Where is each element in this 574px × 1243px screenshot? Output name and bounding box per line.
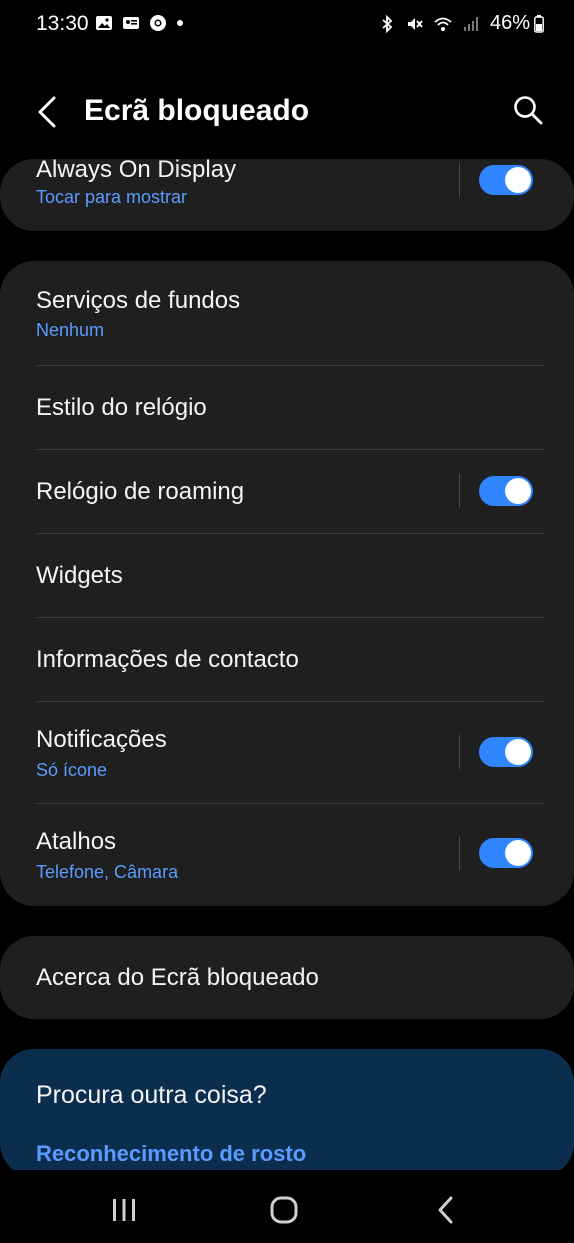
wallpaper-services-title: Serviços de fundos [36, 287, 241, 314]
widgets-title: Widgets [36, 562, 123, 589]
mute-icon [407, 17, 423, 30]
wifi-icon [434, 17, 452, 31]
clock-style-title: Estilo do relógio [36, 394, 207, 421]
back-nav-button[interactable] [426, 1190, 466, 1230]
always-on-display-title: Always On Display [36, 159, 237, 183]
page-title: Ecrã bloqueado [84, 94, 310, 127]
toggle-knob [505, 478, 531, 504]
contact-info-row[interactable]: Informações de contacto [0, 618, 574, 701]
notifications-subtitle: Só ícone [36, 760, 108, 780]
signal-icon [463, 16, 478, 31]
gallery-icon [96, 16, 112, 30]
chrome-icon [150, 15, 166, 31]
toggle-knob [505, 739, 531, 765]
clock-style-row[interactable]: Estilo do relógio [0, 366, 574, 449]
search-button[interactable] [510, 92, 546, 128]
roaming-clock-toggle[interactable] [479, 476, 533, 506]
face-recognition-link[interactable]: Reconhecimento de rosto [36, 1141, 306, 1167]
wallpaper-services-subtitle: Nenhum [36, 320, 105, 340]
contact-card-icon [123, 17, 139, 29]
shortcuts-title: Atalhos [36, 828, 117, 855]
about-card: Acerca do Ecrã bloqueado [0, 936, 574, 1019]
always-on-display-card: Always On Display Tocar para mostrar [0, 159, 574, 231]
home-button[interactable] [264, 1190, 304, 1230]
status-bar: 13:30 46% [0, 0, 574, 52]
notification-icons [95, 14, 184, 32]
app-bar: Ecrã bloqueado [0, 70, 574, 154]
wallpaper-services-row[interactable]: Serviços de fundos Nenhum [0, 261, 574, 365]
widgets-row[interactable]: Widgets [0, 534, 574, 617]
looking-for-title: Procura outra coisa? [36, 1081, 267, 1109]
looking-for-something-card: Procura outra coisa? Reconhecimento de r… [0, 1049, 574, 1177]
toggle-knob [505, 840, 531, 866]
toggle-separator [459, 474, 460, 508]
always-on-display-row[interactable]: Always On Display Tocar para mostrar [0, 159, 574, 231]
battery-percentage: 46% [489, 12, 530, 34]
more-notifications-dot-icon [177, 20, 183, 26]
toggle-separator [459, 735, 460, 769]
system-status-icons: 46% [378, 12, 544, 35]
toggle-knob [505, 167, 531, 193]
shortcuts-row[interactable]: Atalhos Telefone, Câmara [0, 804, 574, 906]
notifications-title: Notificações [36, 726, 167, 753]
always-on-display-subtitle: Tocar para mostrar [36, 187, 188, 207]
back-button[interactable] [30, 92, 66, 132]
contact-info-title: Informações de contacto [36, 646, 299, 673]
toggle-separator [459, 163, 460, 197]
shortcuts-toggle[interactable] [479, 838, 533, 868]
roaming-clock-title: Relógio de roaming [36, 478, 245, 505]
status-time: 13:30 [36, 12, 89, 35]
shortcuts-subtitle: Telefone, Câmara [36, 862, 179, 882]
toggle-separator [459, 836, 460, 870]
navigation-bar [0, 1170, 574, 1243]
always-on-display-toggle[interactable] [479, 165, 533, 195]
lock-screen-settings-card: Serviços de fundos Nenhum Estilo do reló… [0, 261, 574, 906]
about-lock-screen-row[interactable]: Acerca do Ecrã bloqueado [0, 936, 574, 1019]
recent-apps-button[interactable] [104, 1190, 144, 1230]
notifications-row[interactable]: Notificações Só ícone [0, 702, 574, 803]
notifications-toggle[interactable] [479, 737, 533, 767]
battery-icon [534, 14, 544, 33]
roaming-clock-row[interactable]: Relógio de roaming [0, 450, 574, 533]
about-lock-screen-title: Acerca do Ecrã bloqueado [36, 964, 319, 991]
bluetooth-icon [382, 14, 393, 33]
